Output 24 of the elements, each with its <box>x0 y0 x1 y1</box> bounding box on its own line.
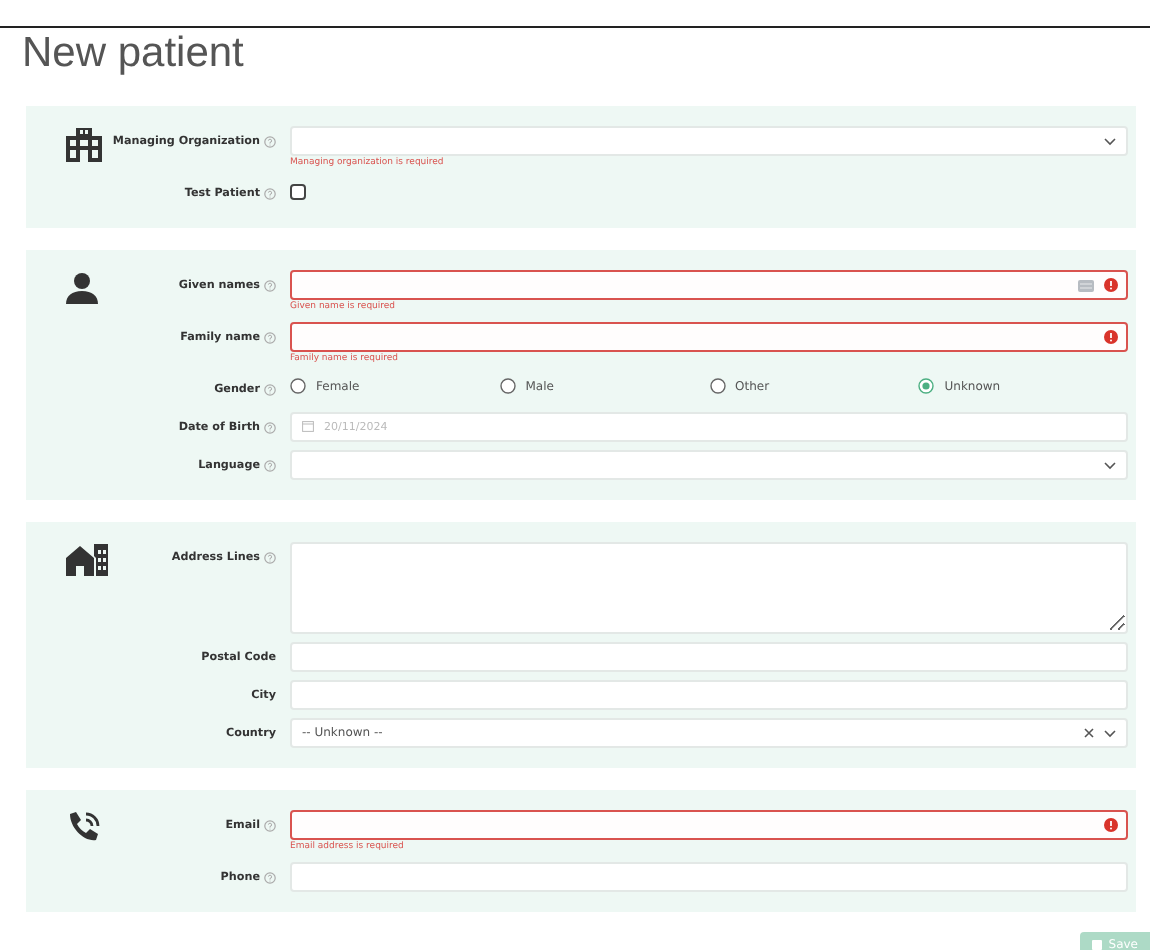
select-field[interactable] <box>290 450 1128 480</box>
save-icon <box>1092 939 1103 949</box>
building-icon <box>66 128 102 162</box>
chevron-down-icon <box>1104 137 1116 145</box>
text-field[interactable] <box>290 810 1128 840</box>
radio-button[interactable] <box>709 378 725 394</box>
error-icon <box>1104 330 1118 344</box>
chevron-down-icon <box>1104 729 1116 737</box>
phone-icon <box>66 812 100 844</box>
calendar-icon <box>302 420 314 432</box>
radio-button[interactable] <box>918 378 935 394</box>
error-icon <box>1104 278 1118 292</box>
select-field[interactable] <box>290 126 1128 156</box>
radio-button[interactable] <box>290 378 306 394</box>
page-title: New patient <box>20 28 246 80</box>
chevron-down-icon <box>1104 461 1116 469</box>
error-icon <box>1104 818 1118 832</box>
radio-button[interactable] <box>499 378 516 394</box>
text-field[interactable] <box>290 270 1128 300</box>
text-field[interactable] <box>290 322 1128 352</box>
clear-icon[interactable] <box>1084 728 1094 738</box>
building-icon <box>66 544 108 576</box>
checkbox[interactable] <box>290 184 306 200</box>
person-icon <box>66 272 98 304</box>
